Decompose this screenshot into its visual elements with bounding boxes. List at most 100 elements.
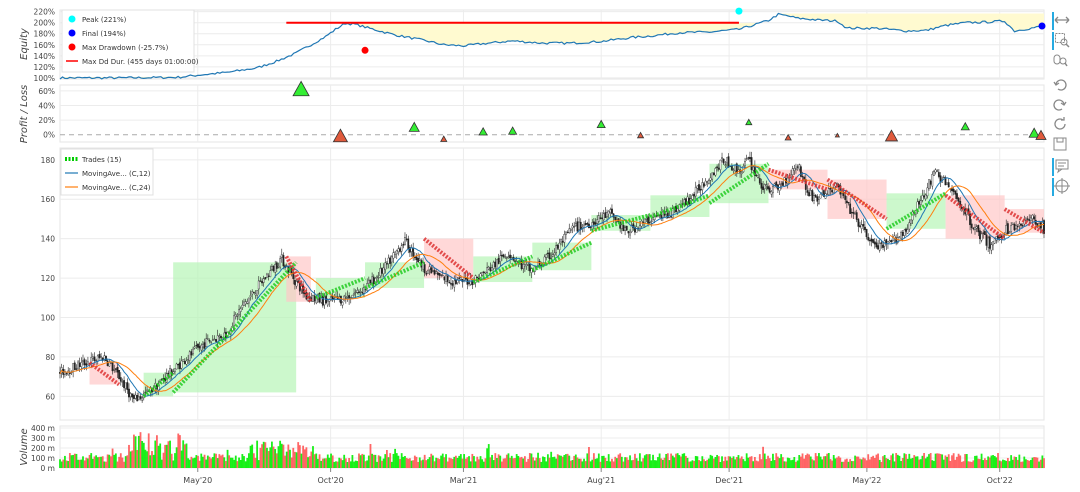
candle-up (432, 270, 434, 272)
volume-bar-down (983, 458, 986, 468)
candle-up (1005, 224, 1008, 234)
candle-down (546, 252, 549, 254)
volume-bar-down (110, 456, 112, 468)
candle-up (719, 159, 722, 170)
volume-bar-down (985, 459, 988, 468)
volume-bar-down (221, 454, 224, 468)
candle-up (571, 225, 574, 229)
x-tick-label: Oct'20 (317, 476, 343, 485)
volume-bar-up (974, 455, 976, 468)
candle-down (829, 188, 832, 190)
volume-bar-up (571, 459, 574, 468)
candle-down (133, 395, 135, 399)
candle-down (509, 254, 512, 259)
candle-down (730, 165, 733, 171)
volume-bar-up (763, 453, 766, 468)
candle-down (381, 268, 383, 274)
volume-bar-down (862, 457, 865, 468)
volume-bar-up (790, 460, 792, 468)
volume-bar-up (149, 455, 152, 468)
candle-up (146, 389, 148, 392)
candle-up (640, 220, 643, 227)
candle-up (108, 362, 111, 367)
candle-down (98, 354, 101, 358)
candle-down (131, 393, 134, 398)
candle-down (979, 230, 981, 240)
candle-down (847, 202, 850, 204)
volume-bar-down (951, 455, 953, 468)
volume-bar-up (202, 456, 204, 468)
candle-down (494, 261, 497, 268)
volume-bar-down (502, 458, 505, 468)
candle-up (379, 268, 382, 277)
candle-down (264, 277, 267, 280)
candle-up (597, 215, 600, 222)
volume-bar-up (333, 461, 336, 468)
volume-bar-down (218, 454, 221, 468)
volume-bar-down (377, 455, 380, 468)
pan-icon[interactable] (1052, 12, 1072, 30)
candle-up (185, 360, 188, 365)
volume-bar-down (795, 461, 797, 468)
volume-bar-up (661, 459, 664, 468)
volume-bar-down (215, 453, 217, 468)
volume-bar-up (747, 457, 750, 468)
candle-up (376, 276, 378, 278)
candle-up (269, 270, 272, 278)
redo-icon[interactable] (1052, 96, 1070, 114)
candle-up (213, 338, 216, 340)
candle-up (706, 181, 709, 183)
candle-up (1015, 225, 1017, 229)
candle-up (371, 276, 374, 284)
volume-bar-up (463, 454, 466, 468)
volume-bar-down (801, 453, 804, 468)
equity-y-tick-label: 160% (34, 41, 55, 50)
volume-bar-down (870, 456, 873, 468)
candle-down (443, 276, 446, 281)
volume-bar-up (496, 458, 498, 468)
volume-bar-down (425, 460, 428, 468)
volume-bar-down (1013, 456, 1016, 468)
volume-bar-up (542, 456, 544, 468)
candle-up (441, 275, 444, 277)
candle-down (440, 274, 443, 276)
volume-bar-down (826, 453, 829, 468)
volume-bar-up (655, 460, 658, 468)
volume-bar-up (1005, 460, 1008, 468)
volume-bar-down (844, 459, 847, 468)
volume-bar-up (159, 443, 162, 468)
candle-up (1011, 222, 1014, 225)
undo-icon[interactable] (1052, 76, 1070, 94)
candle-up (330, 296, 332, 298)
candle-up (445, 275, 447, 282)
box-zoom-icon[interactable] (1052, 32, 1072, 50)
volume-bar-up (635, 458, 638, 468)
candle-down (139, 396, 142, 399)
ohlc-y-tick-label: 80 (45, 353, 55, 362)
volume-bar-down (970, 461, 973, 468)
reset-icon[interactable] (1052, 116, 1070, 134)
volume-bar-down (131, 450, 134, 468)
volume-bar-up (459, 454, 462, 468)
volume-bar-up (620, 456, 623, 468)
volume-bar-up (72, 454, 75, 468)
candle-up (568, 228, 571, 234)
hover-icon[interactable] (1052, 158, 1072, 176)
volume-bar-up (887, 458, 889, 468)
crosshair-icon[interactable] (1052, 178, 1072, 196)
volume-bar-down (811, 459, 814, 468)
candle-up (818, 199, 820, 204)
volume-bar-up (404, 456, 406, 468)
wheel-zoom-icon[interactable] (1052, 52, 1070, 70)
volume-bar-up (543, 457, 546, 468)
volume-bar-down (298, 445, 301, 468)
candle-up (266, 273, 268, 278)
candle-down (579, 221, 582, 230)
candle-down (977, 225, 980, 233)
volume-bar-down (1033, 457, 1036, 468)
candle-up (602, 213, 605, 221)
volume-bar-up (924, 458, 927, 468)
save-icon[interactable] (1052, 136, 1070, 154)
volume-bar-up (384, 454, 387, 468)
volume-bar-up (216, 458, 219, 468)
